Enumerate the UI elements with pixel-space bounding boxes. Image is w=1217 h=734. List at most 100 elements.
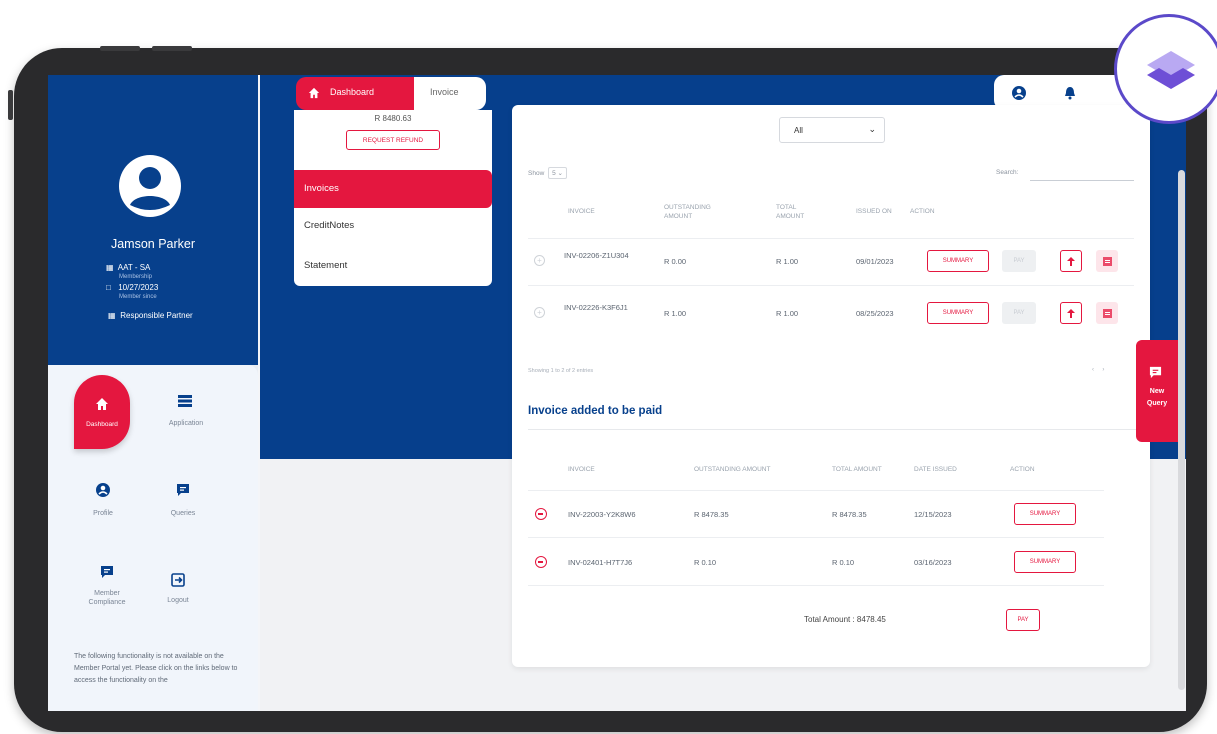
- sidebar-item-label: Logout: [167, 597, 189, 604]
- bell-icon[interactable]: [1064, 86, 1076, 100]
- col-outstanding-header: OUTSTANDING AMOUNT: [694, 466, 771, 473]
- responsible-partner: Responsible Partner: [120, 311, 193, 320]
- sidebar-item-label: Dashboard: [86, 421, 118, 428]
- people-icon: ▦: [106, 263, 114, 272]
- sidebar-item-dashboard[interactable]: Dashboard: [74, 375, 130, 449]
- remove-icon[interactable]: [535, 556, 547, 568]
- issued-date: 08/25/2023: [856, 309, 894, 318]
- col-outstanding-header: OUTSTANDING AMOUNT: [664, 204, 711, 220]
- upload-button[interactable]: [1060, 302, 1082, 324]
- profile-panel: Jamson Parker ▦ AAT - SA Membership □ 10…: [48, 75, 258, 365]
- document-icon: [1102, 256, 1112, 266]
- show-entries-select[interactable]: 5 ⌄: [548, 167, 567, 179]
- membership-label: Membership: [119, 274, 153, 280]
- user-icon[interactable]: [1012, 86, 1026, 100]
- invoice-menu-item-creditnotes[interactable]: CreditNotes: [294, 216, 492, 236]
- document-icon: [1102, 308, 1112, 318]
- sidebar-item-member-compliance[interactable]: Member Compliance: [77, 565, 137, 621]
- col-invoice-header: INVOICE: [568, 466, 595, 473]
- layers-logo-icon: [1147, 51, 1195, 89]
- scrollbar[interactable]: [1178, 170, 1185, 690]
- col-action-header: ACTION: [1010, 466, 1035, 473]
- sidebar-item-application[interactable]: Application: [156, 393, 216, 437]
- pay-button[interactable]: PAY: [1006, 609, 1040, 631]
- sidebar-item-label: Member Compliance: [88, 590, 126, 606]
- issued-date: 09/01/2023: [856, 257, 894, 266]
- member-since-label: Member since: [119, 294, 157, 300]
- invoices-card: All ⌄ Show 5 ⌄ Search: INVOICE OUTSTANDI…: [512, 105, 1150, 667]
- sidebar-item-logout[interactable]: Logout: [148, 573, 208, 617]
- device-button: [152, 46, 192, 51]
- summary-button[interactable]: SUMMARY: [1014, 503, 1076, 525]
- col-date-header: DATE ISSUED: [914, 466, 957, 473]
- invoice-number: INV-02401-H7T7J6: [568, 558, 633, 567]
- chat-icon: [101, 566, 113, 578]
- section-divider: [528, 429, 1150, 430]
- search-input[interactable]: [1030, 180, 1134, 181]
- status-filter-value: All: [794, 126, 803, 135]
- invoice-menu-card: R 8480.63 REQUEST REFUND Invoices Credit…: [294, 110, 492, 286]
- outstanding-amount: R 0.00: [664, 257, 687, 266]
- avatar: [119, 155, 181, 217]
- upload-button[interactable]: [1060, 250, 1082, 272]
- tab-label: Invoice: [430, 87, 459, 97]
- total-amount-label: Total Amount : 8478.45: [804, 615, 886, 624]
- show-entries-label: Show: [528, 170, 545, 177]
- tab-dashboard[interactable]: Dashboard: [296, 77, 414, 110]
- user-name: Jamson Parker: [110, 237, 196, 251]
- new-query-button[interactable]: New Query: [1136, 340, 1178, 442]
- pay-button[interactable]: PAY: [1002, 302, 1036, 324]
- upload-icon: [1067, 256, 1075, 266]
- summary-button[interactable]: SUMMARY: [1014, 551, 1076, 573]
- row-divider: [528, 585, 1104, 586]
- expand-icon[interactable]: +: [534, 307, 545, 318]
- date-issued: 03/16/2023: [914, 558, 952, 567]
- chat-icon: [1149, 366, 1162, 379]
- pay-button[interactable]: PAY: [1002, 250, 1036, 272]
- chat-icon: [177, 484, 189, 496]
- home-icon: [96, 398, 108, 410]
- product-logo-badge: [1114, 14, 1217, 124]
- total-amount: R 1.00: [776, 309, 799, 318]
- total-amount: R 0.10: [832, 558, 855, 567]
- sidebar-item-profile[interactable]: Profile: [73, 483, 133, 527]
- summary-button[interactable]: SUMMARY: [927, 250, 989, 272]
- member-since-row: □ 10/27/2023: [106, 283, 158, 292]
- show-entries: Show 5 ⌄: [528, 167, 567, 179]
- membership-row: ▦ AAT - SA: [106, 263, 150, 272]
- app-screen: Jamson Parker ▦ AAT - SA Membership □ 10…: [48, 75, 1186, 711]
- download-button[interactable]: [1096, 250, 1118, 272]
- status-filter-select[interactable]: All ⌄: [779, 117, 885, 143]
- member-since-date: 10/27/2023: [118, 283, 159, 292]
- membership-code: AAT - SA: [117, 263, 151, 272]
- invoice-menu-item-statement[interactable]: Statement: [294, 256, 492, 276]
- summary-button[interactable]: SUMMARY: [927, 302, 989, 324]
- row-divider: [528, 537, 1104, 538]
- upload-icon: [1067, 308, 1075, 318]
- invoice-number: INV-02206-Z1U304: [564, 251, 629, 260]
- remove-icon[interactable]: [535, 508, 547, 520]
- header-divider: [528, 490, 1104, 491]
- device-button: [8, 90, 13, 120]
- header-divider: [528, 238, 1134, 239]
- sidebar-note: The following functionality is not avail…: [74, 653, 238, 684]
- expand-icon[interactable]: +: [534, 255, 545, 266]
- sidebar-item-label: Profile: [93, 510, 113, 517]
- request-refund-button[interactable]: REQUEST REFUND: [346, 130, 440, 150]
- col-total-header: TOTAL AMOUNT: [776, 204, 805, 220]
- col-total-header: TOTAL AMOUNT: [832, 466, 882, 473]
- new-query-line1: New: [1149, 388, 1165, 395]
- row-divider: [528, 285, 1134, 286]
- sidebar-item-label: Queries: [170, 510, 196, 517]
- calendar-icon: □: [106, 283, 111, 292]
- show-entries-value: 5: [552, 170, 556, 177]
- invoice-menu-item-invoices[interactable]: Invoices: [294, 170, 492, 208]
- group-icon: ▦: [108, 311, 116, 320]
- outstanding-amount: R 0.10: [694, 558, 717, 567]
- tab-invoice[interactable]: Invoice: [414, 77, 486, 110]
- sidebar-item-queries[interactable]: Queries: [153, 483, 213, 527]
- pagination[interactable]: ‹ ›: [1092, 367, 1104, 373]
- download-button[interactable]: [1096, 302, 1118, 324]
- outstanding-amount: R 8478.35: [694, 510, 729, 519]
- date-issued: 12/15/2023: [914, 510, 952, 519]
